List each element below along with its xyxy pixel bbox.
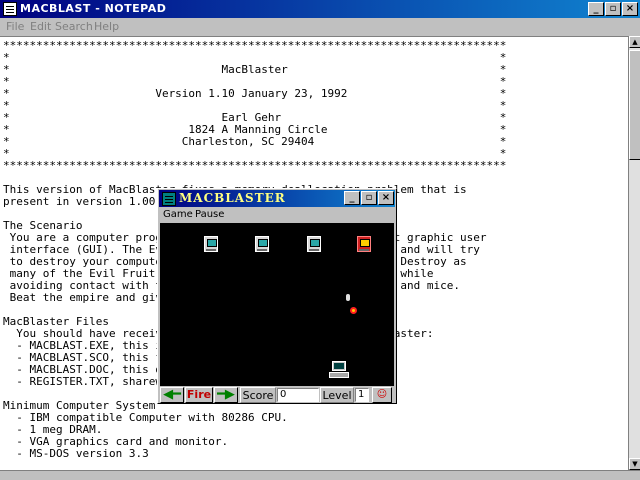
scroll-up-button[interactable]: ▲ [629,36,640,48]
text-line: - MS-DOS version 3.3 [3,447,149,460]
menu-file[interactable]: File [6,20,24,33]
scroll-thumb[interactable] [629,50,640,160]
macblaster-titlebar[interactable]: MACBLASTER _ ▫ × [159,190,395,207]
notepad-menubar: File Edit Search Help [0,18,640,36]
macblaster-window[interactable]: MACBLASTER _ ▫ × Game Pause ◀━ Fire ━▶ S… [157,188,397,404]
right-arrow-icon[interactable]: ━▶ [214,387,238,403]
vertical-scrollbar[interactable]: ▲ ▼ [628,36,640,470]
score-label: Score [240,387,276,403]
game-minimize-button[interactable]: _ [344,191,360,205]
notepad-titlebar[interactable]: MACBLAST - NOTEPAD _ ▫ × [0,0,640,18]
mac-computer-icon [255,236,269,252]
explosion-icon [350,307,357,314]
game-playfield[interactable] [160,223,394,386]
red-mac-computer-icon [357,236,371,252]
mouse-projectile-icon [346,294,350,301]
text-line: ****************************************… [3,159,507,172]
game-toolbar: ◀━ Fire ━▶ Score 0 Level 1 ☺ [160,387,394,403]
menu-search[interactable]: Search [55,20,93,33]
menu-help[interactable]: Help [94,20,119,33]
macblaster-app-icon[interactable] [162,192,176,206]
level-value: 1 [355,388,369,402]
minimize-button[interactable]: _ [588,2,604,16]
menu-edit[interactable]: Edit [30,20,51,33]
game-maximize-button[interactable]: ▫ [361,191,377,205]
maximize-button[interactable]: ▫ [605,2,621,16]
close-button[interactable]: × [622,2,638,16]
macblaster-title: MACBLASTER [179,191,286,205]
level-label: Level [320,387,354,403]
menu-game[interactable]: Game [163,209,193,220]
fire-button[interactable]: Fire [185,387,213,403]
game-menubar: Game Pause [159,208,395,223]
game-close-button[interactable]: × [378,191,394,205]
mac-computer-icon [204,236,218,252]
score-value: 0 [277,388,319,402]
scroll-down-button[interactable]: ▼ [629,458,640,470]
notepad-title: MACBLAST - NOTEPAD [20,2,167,15]
menu-pause[interactable]: Pause [195,209,224,220]
clown-icon[interactable]: ☺ [372,387,392,403]
mac-computer-icon [307,236,321,252]
player-computer-icon [329,361,349,379]
left-arrow-icon[interactable]: ◀━ [160,387,184,403]
bottom-frame [0,470,640,480]
notepad-app-icon[interactable] [3,2,17,16]
